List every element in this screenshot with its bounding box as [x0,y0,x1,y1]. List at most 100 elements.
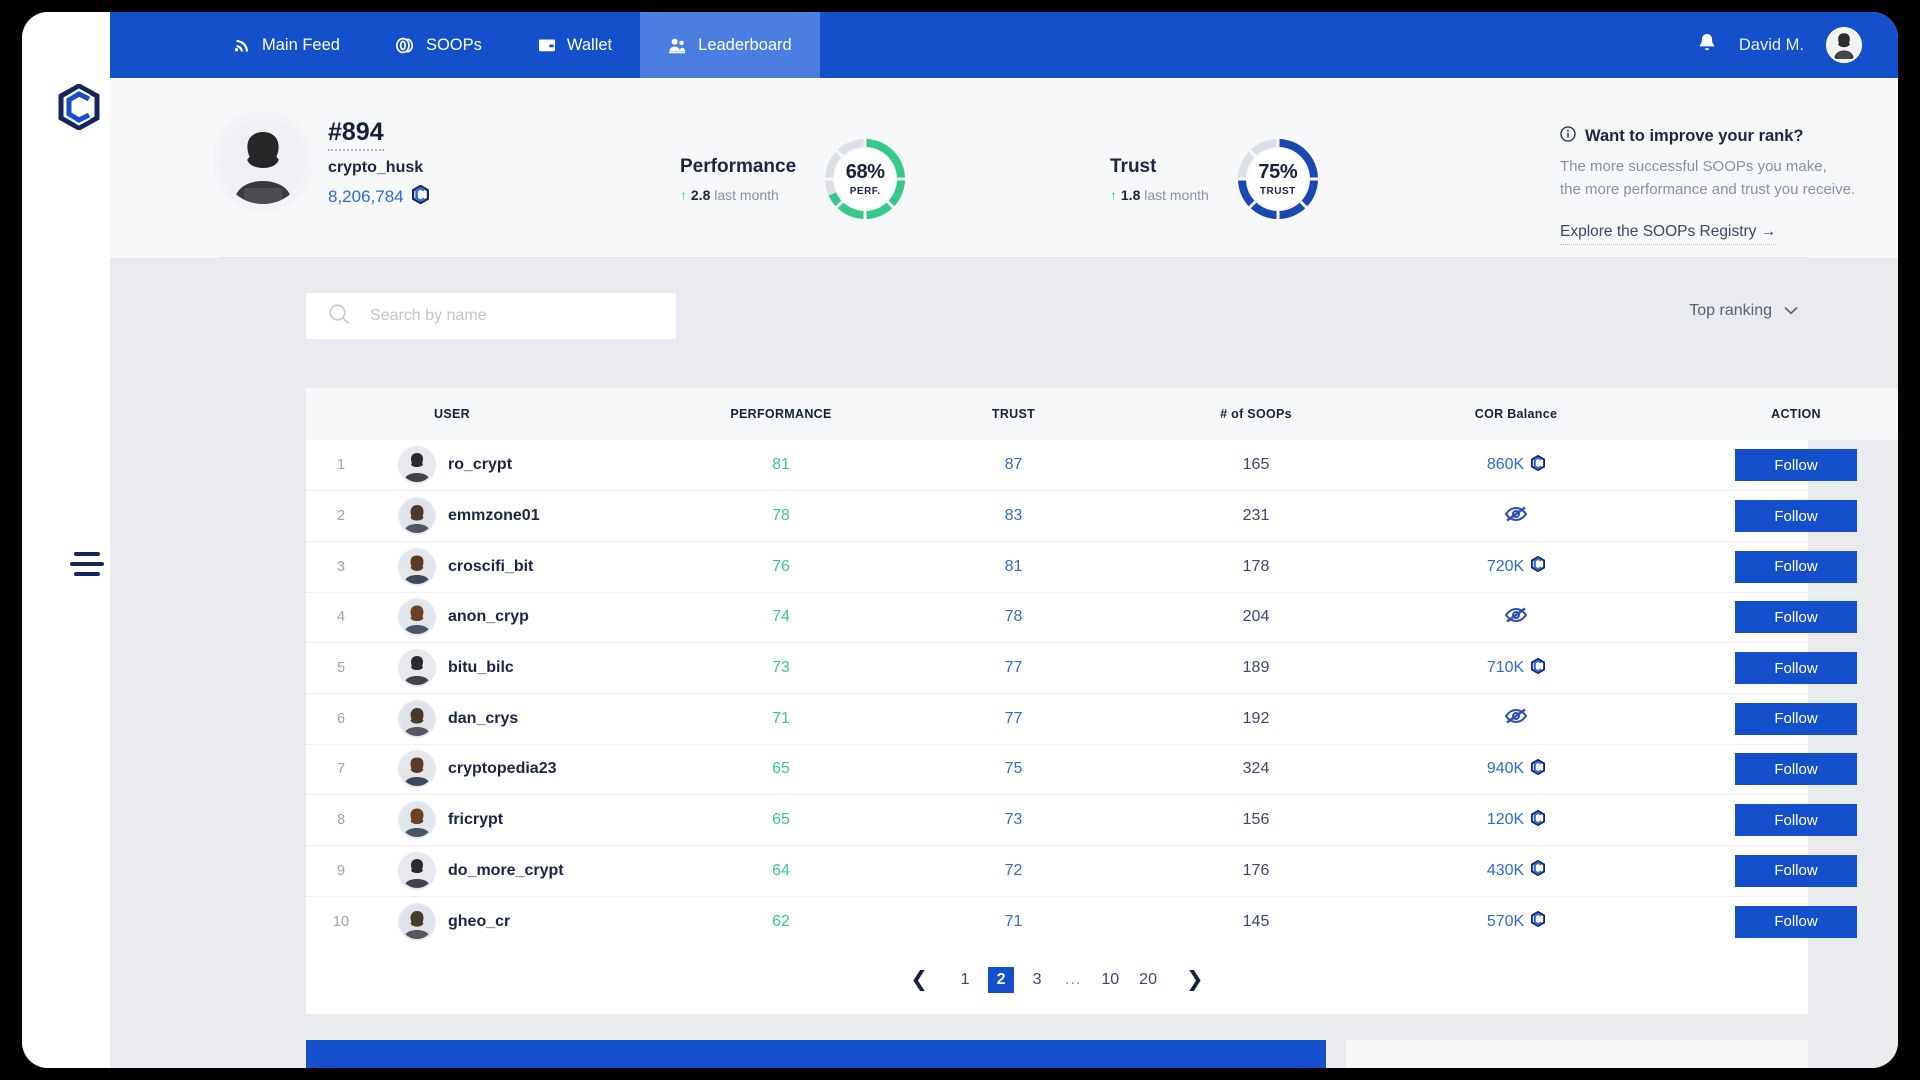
row-user[interactable]: ro_crypt [376,440,666,492]
app-window: Main Feed SOOPs Wallet Leaderboard David… [22,12,1898,1068]
table-row: 10 gheo_cr 62 71 145 570K Follow [306,896,1898,947]
row-username: ro_crypt [448,456,513,474]
row-user[interactable]: fricrypt [376,794,666,846]
row-cor-balance: 860K [1381,440,1651,492]
hamburger-menu-icon[interactable] [70,552,104,576]
row-soops: 178 [1131,541,1381,593]
leaderboard-card: USER PERFORMANCE TRUST # of SOOPs COR Ba… [306,388,1898,1014]
avatar [400,701,434,736]
avatar [400,448,434,483]
table-row: 3 croscifi_bit 76 81 178 720K Follow [306,541,1898,593]
row-rank: 6 [306,693,376,745]
avatar [400,651,434,686]
wallet-icon [538,37,556,53]
profile-handle: crypto_husk [328,159,424,176]
row-performance: 81 [666,440,896,492]
row-action: Follow [1651,845,1898,897]
profile-band: #894 crypto_husk 8,206,784 Performance ↑… [110,78,1898,258]
sort-label: Top ranking [1689,302,1772,319]
tab-leaderboard[interactable]: Leaderboard [640,12,820,78]
row-action: Follow [1651,693,1898,745]
follow-button[interactable]: Follow [1735,854,1857,887]
chevron-left-icon[interactable]: ❮ [896,967,942,993]
row-user[interactable]: do_more_crypt [376,845,666,897]
pagination: ❮ 1 2 3... 10 20 ❯ [306,947,1808,1013]
chevron-right-icon[interactable]: ❯ [1172,967,1218,993]
tab-main-feed[interactable]: Main Feed [206,12,368,78]
row-user[interactable]: dan_crys [376,693,666,745]
row-user[interactable]: gheo_cr [376,896,666,947]
row-action: Follow [1651,440,1898,492]
row-action: Follow [1651,744,1898,796]
cor-balance-value: 120K [1487,809,1546,831]
pagination-page[interactable]: 3 [1024,967,1050,993]
row-performance: 64 [666,845,896,897]
pagination-page[interactable]: 20 [1134,967,1162,993]
pagination-page[interactable]: 10 [1096,967,1124,993]
cor-coin-icon [1531,911,1546,932]
tab-label: Main Feed [262,35,340,54]
profile-rank: #894 [328,118,384,151]
row-user[interactable]: bitu_bilc [376,642,666,694]
trend-up-icon: ↑ [680,186,687,203]
follow-button[interactable]: Follow [1735,702,1857,735]
row-trust: 83 [896,490,1131,542]
sort-dropdown[interactable]: Top ranking [1689,302,1798,320]
eye-off-icon[interactable] [1504,506,1528,528]
pagination-page[interactable]: 1 [952,967,978,993]
eye-off-icon[interactable] [1504,607,1528,629]
row-performance: 74 [666,592,896,644]
row-soops: 176 [1131,845,1381,897]
search-box[interactable] [306,293,676,339]
tab-soops[interactable]: SOOPs [368,12,510,78]
search-input[interactable] [370,307,654,325]
pagination-page[interactable]: 2 [988,966,1015,993]
pagination-ellipsis: ... [1065,970,1082,988]
follow-button[interactable]: Follow [1735,500,1857,533]
nav-right-group: David M. [1697,12,1898,78]
avatar [400,904,434,939]
below-fold-panel [1346,1040,1808,1068]
metric-delta-value: 2.8 [690,186,711,203]
cor-hex-logo[interactable] [58,83,100,131]
row-soops: 192 [1131,693,1381,745]
row-cor-balance [1381,490,1651,542]
follow-button[interactable]: Follow [1735,905,1857,938]
follow-button[interactable]: Follow [1735,550,1857,583]
cor-coin-icon [411,184,429,209]
follow-button[interactable]: Follow [1735,449,1857,482]
gauge-caption: TRUST [1259,186,1296,197]
row-user[interactable]: croscifi_bit [376,541,666,593]
follow-button[interactable]: Follow [1735,804,1857,837]
row-rank: 3 [306,541,376,593]
row-username: bitu_bilc [448,659,514,677]
profile-avatar[interactable] [220,118,306,204]
metric-label: Trust [1110,155,1157,177]
row-user[interactable]: emmzone01 [376,490,666,542]
follow-button[interactable]: Follow [1735,753,1857,786]
tab-wallet[interactable]: Wallet [510,12,640,78]
improve-rank-panel: Want to improve your rank? The more succ… [1560,126,1898,245]
promo-body: The more successful SOOPs you make, the … [1560,158,1856,198]
tab-label: SOOPs [425,35,482,54]
profile-summary: #894 crypto_husk 8,206,784 [220,118,429,209]
cor-balance-value: 720K [1487,556,1546,577]
cor-coin-icon [1531,454,1546,476]
avatar[interactable] [1826,27,1862,63]
cor-coin-icon [1531,860,1546,881]
top-navigation: Main Feed SOOPs Wallet Leaderboard David… [110,12,1898,78]
eye-off-icon[interactable] [1504,708,1528,730]
cor-coin-icon [1531,556,1546,577]
explore-registry-link[interactable]: Explore the SOOPs Registry → [1560,223,1777,245]
row-performance: 65 [666,794,896,846]
row-user[interactable]: cryptopedia23 [376,744,666,796]
table-row: 8 fricrypt 65 73 156 120K Follow [306,794,1898,846]
row-action: Follow [1651,642,1898,694]
follow-button[interactable]: Follow [1735,601,1857,634]
bell-icon[interactable] [1697,32,1717,59]
row-user[interactable]: anon_cryp [376,592,666,644]
tab-label: Leaderboard [698,35,792,54]
follow-button[interactable]: Follow [1735,652,1857,685]
gauge-caption: PERF. [849,186,881,197]
